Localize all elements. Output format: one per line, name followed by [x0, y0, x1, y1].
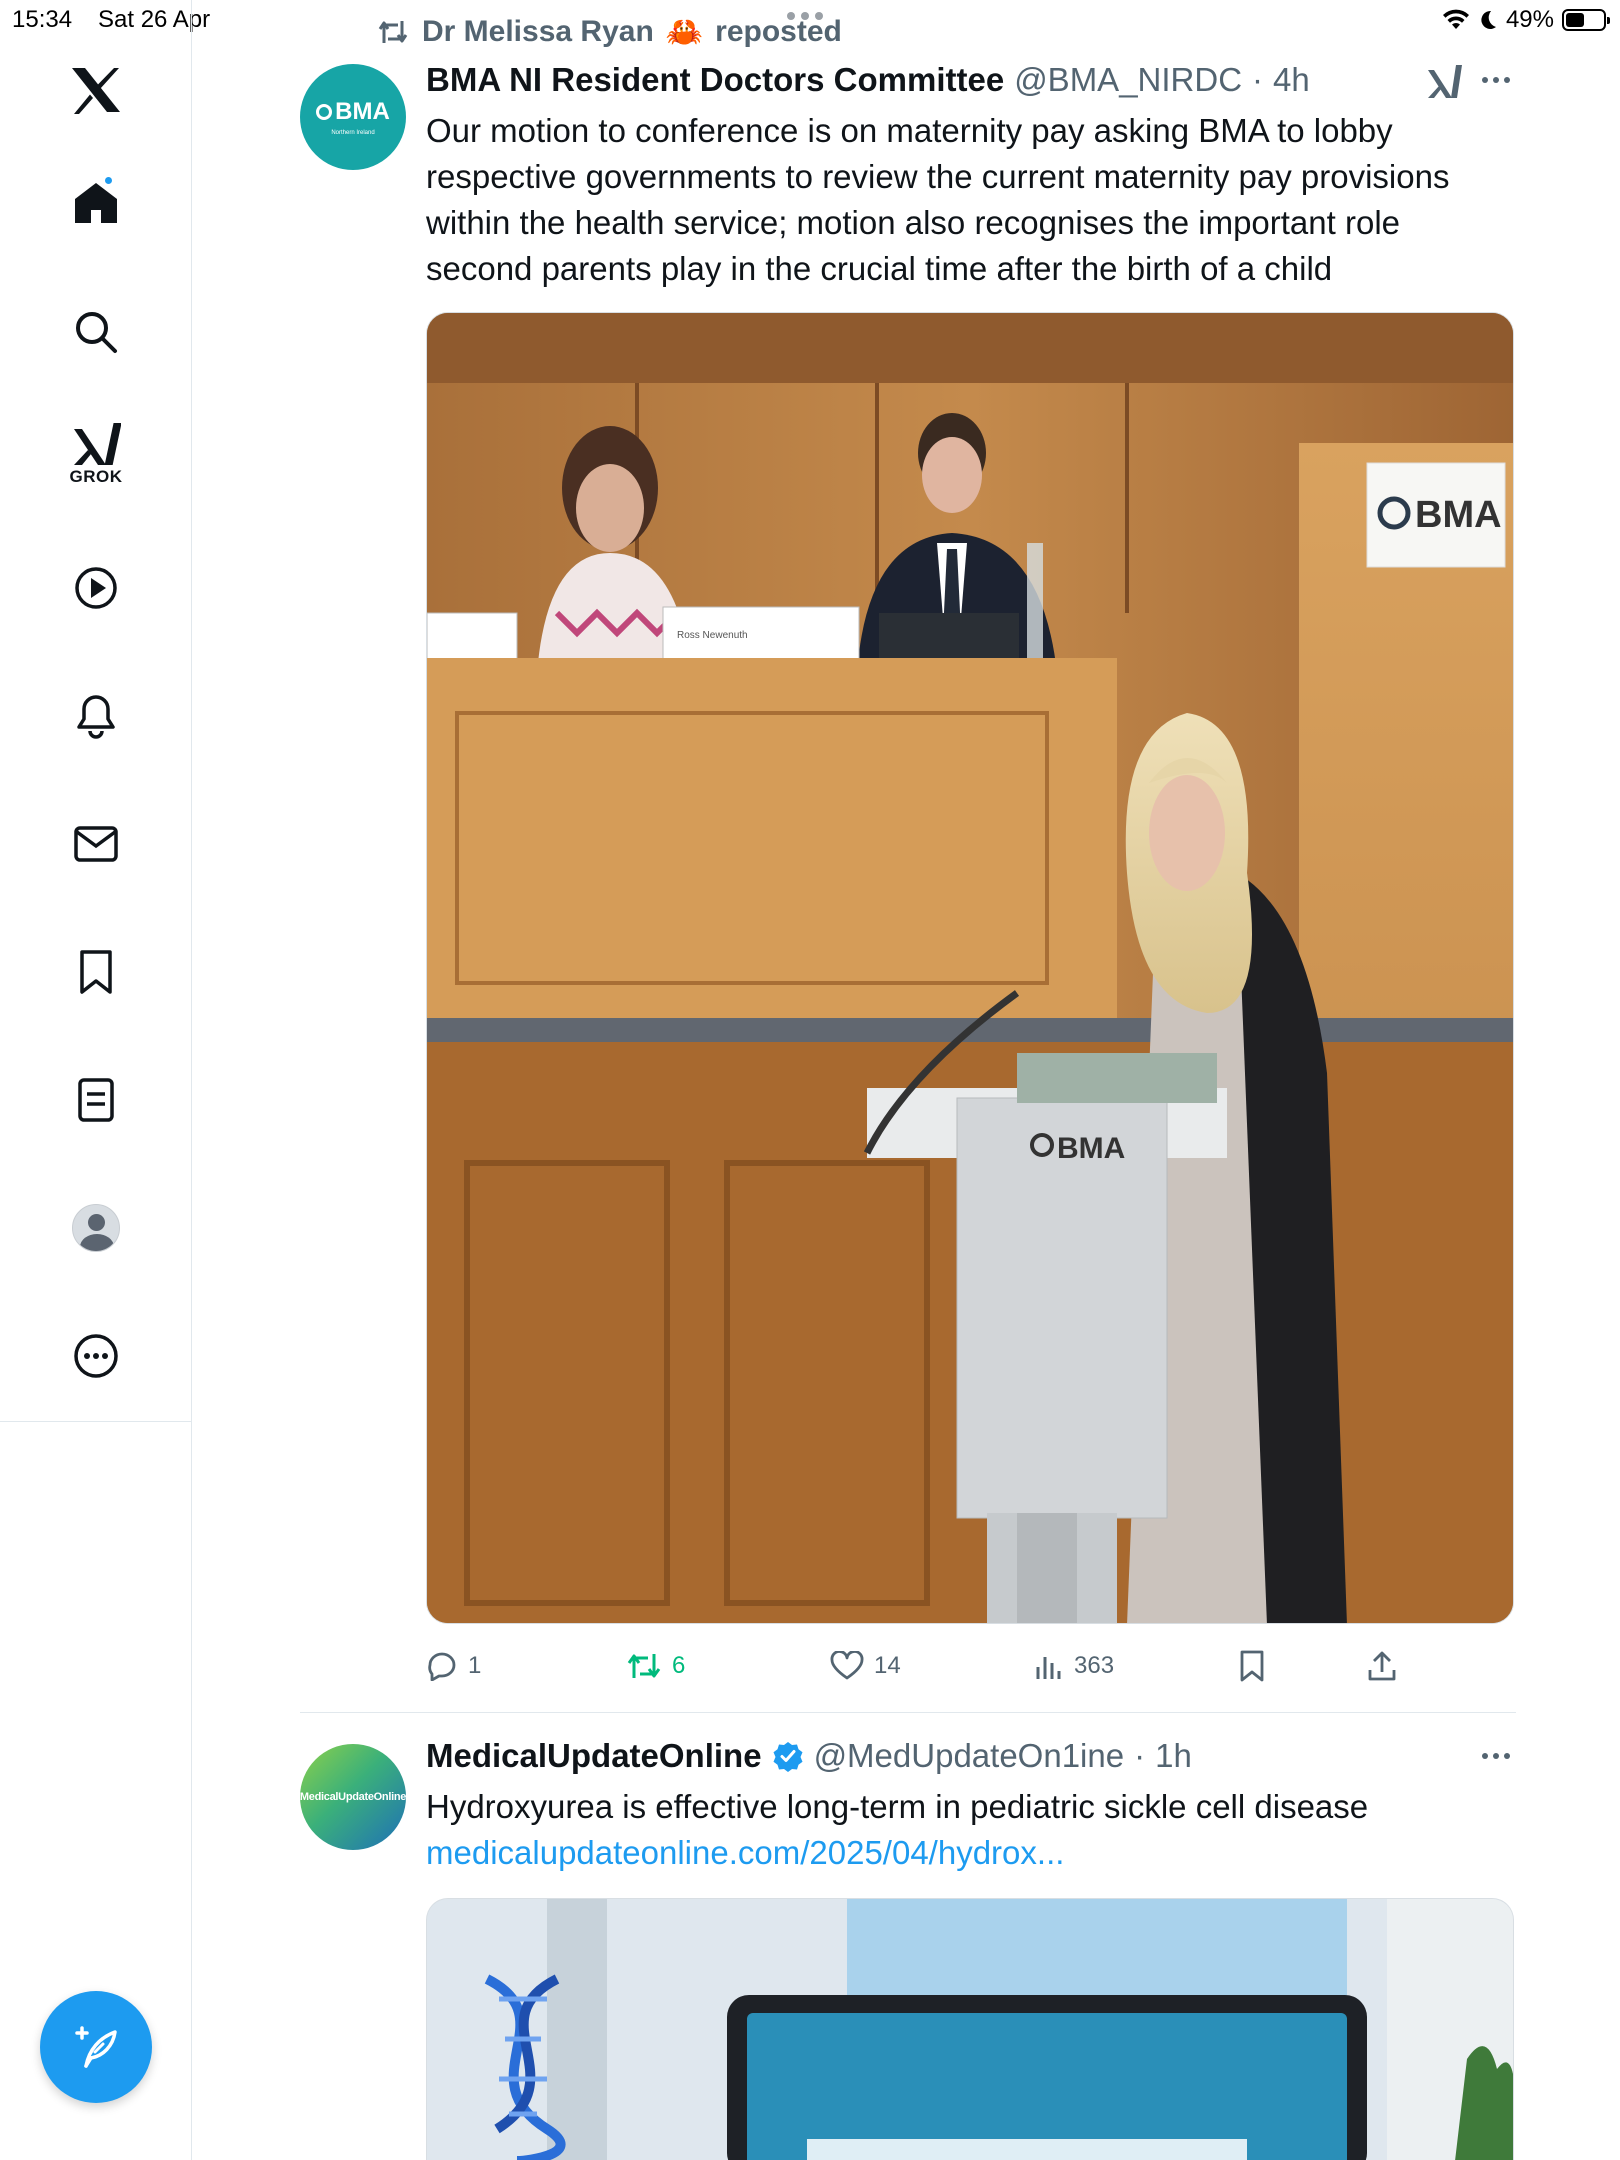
- nameplate-text: Ross Newenuth: [677, 630, 748, 641]
- mail-icon: [74, 826, 118, 862]
- tweet-line: respective governments to review the cur…: [426, 158, 1450, 195]
- repost-icon: [627, 1654, 661, 1678]
- nav-home[interactable]: [56, 163, 136, 243]
- post-time[interactable]: 4h: [1273, 61, 1310, 99]
- author-name[interactable]: MedicalUpdateOnline: [426, 1737, 762, 1775]
- share-icon: [1368, 1651, 1396, 1681]
- like-button[interactable]: 14: [830, 1644, 901, 1688]
- separator-dot: ·: [1134, 1737, 1146, 1774]
- repost-button[interactable]: 6: [626, 1644, 685, 1688]
- more-circle-icon: [74, 1334, 118, 1378]
- sidebar-divider: [191, 1422, 192, 2160]
- bma-avatar-subtitle: Northern Ireland: [331, 130, 375, 136]
- bookmark-icon: [1240, 1650, 1264, 1682]
- verified-badge-icon: [772, 1740, 804, 1772]
- reply-count: 1: [468, 1652, 482, 1679]
- bma-wall-sign: BMA: [1415, 494, 1502, 536]
- author-handle[interactable]: @BMA_NIRDC: [1014, 61, 1242, 99]
- tweet-line: Our motion to conference is on maternity…: [426, 112, 1393, 149]
- moon-icon: [1481, 10, 1496, 29]
- x-logo-icon[interactable]: [56, 50, 136, 130]
- tweet-photo[interactable]: BMA Ross Newenuth BMA: [426, 312, 1514, 1624]
- share-button[interactable]: [1366, 1644, 1398, 1688]
- reply-button[interactable]: 1: [426, 1644, 481, 1688]
- repost-header: Dr Melissa Ryan 🦀 reposted: [376, 12, 842, 52]
- repost-label: reposted: [715, 15, 842, 48]
- tweet-more-icon[interactable]: [1478, 1744, 1514, 1768]
- nav-lists[interactable]: [56, 1060, 136, 1140]
- compose-post-button[interactable]: [40, 1991, 152, 2103]
- feather-plus-icon: [75, 2026, 117, 2068]
- nav-more[interactable]: [56, 1316, 136, 1396]
- grok-label: GROK: [69, 467, 123, 486]
- battery-fill: [1566, 13, 1584, 27]
- medical-update-avatar[interactable]: MedicalUpdateOnline: [300, 1744, 406, 1850]
- tweet-text: Hydroxyurea is effective long-term in pe…: [426, 1784, 1516, 1876]
- grok-explain-icon[interactable]: [1426, 62, 1466, 102]
- like-count: 14: [874, 1652, 901, 1679]
- repost-icon: [378, 21, 408, 43]
- heart-icon: [830, 1651, 864, 1680]
- search-icon: [76, 312, 117, 353]
- bell-icon: [77, 695, 115, 739]
- tweet-header: BMA NI Resident Doctors Committee @BMA_N…: [426, 58, 1310, 102]
- nav-bookmarks[interactable]: [56, 932, 136, 1012]
- tweet-line: second parents play in the crucial time …: [426, 250, 1333, 287]
- battery-icon: [1562, 9, 1610, 31]
- repost-user[interactable]: Dr Melissa Ryan: [422, 15, 654, 49]
- bookmark-icon: [80, 950, 112, 994]
- nav-search[interactable]: [56, 292, 136, 372]
- tweet-line: within the health service; motion also r…: [426, 204, 1400, 241]
- tweet-line: Hydroxyurea is effective long-term in pe…: [426, 1788, 1369, 1825]
- play-icon: [75, 567, 117, 609]
- bma-podium-logo: BMA: [1057, 1132, 1125, 1165]
- bookmark-button[interactable]: [1238, 1644, 1266, 1688]
- profile-avatar: [72, 1204, 120, 1252]
- tweet-divider: [300, 1712, 1516, 1713]
- tweet-header: MedicalUpdateOnline @MedUpdateOn1ine · 1…: [426, 1734, 1192, 1778]
- analytics-icon: [1036, 1657, 1061, 1679]
- wifi-icon: [1442, 9, 1469, 29]
- bma-logo: BMA: [316, 98, 390, 126]
- reply-icon: [428, 1652, 456, 1681]
- author-name[interactable]: BMA NI Resident Doctors Committee: [426, 61, 1004, 99]
- crab-emoji: 🦀: [665, 15, 704, 49]
- nav-profile[interactable]: [56, 1188, 136, 1268]
- link-card-image[interactable]: [426, 1898, 1514, 2160]
- bma-avatar[interactable]: BMA Northern Ireland: [300, 64, 406, 170]
- notification-dot: [103, 175, 114, 186]
- home-icon: [75, 183, 117, 223]
- tweet-text: Our motion to conference is on maternity…: [426, 108, 1516, 292]
- list-icon: [78, 1078, 114, 1122]
- tweet-link[interactable]: medicalupdateonline.com/2025/04/hydrox..…: [426, 1830, 1516, 1876]
- nav-grok[interactable]: GROK: [56, 414, 136, 494]
- nav-video[interactable]: [56, 548, 136, 628]
- repost-count: 6: [672, 1652, 686, 1679]
- post-time[interactable]: 1h: [1155, 1737, 1192, 1775]
- sidebar-nav: GROK: [0, 0, 192, 1422]
- grok-icon: [74, 423, 121, 465]
- tweet-actions: 1 6 14 363: [426, 1644, 1516, 1688]
- separator-dot: ·: [1252, 61, 1264, 98]
- nav-messages[interactable]: [56, 804, 136, 884]
- tweet-more-icon[interactable]: [1478, 68, 1514, 92]
- author-handle[interactable]: @MedUpdateOn1ine: [814, 1737, 1125, 1775]
- nav-notifications[interactable]: [56, 676, 136, 756]
- status-indicators: 49%: [1442, 4, 1610, 36]
- avatar-text: MedicalUpdateOnline: [299, 1791, 407, 1803]
- views-button[interactable]: 363: [1034, 1644, 1114, 1688]
- view-count: 363: [1074, 1652, 1115, 1679]
- battery-percent: 49%: [1505, 6, 1554, 33]
